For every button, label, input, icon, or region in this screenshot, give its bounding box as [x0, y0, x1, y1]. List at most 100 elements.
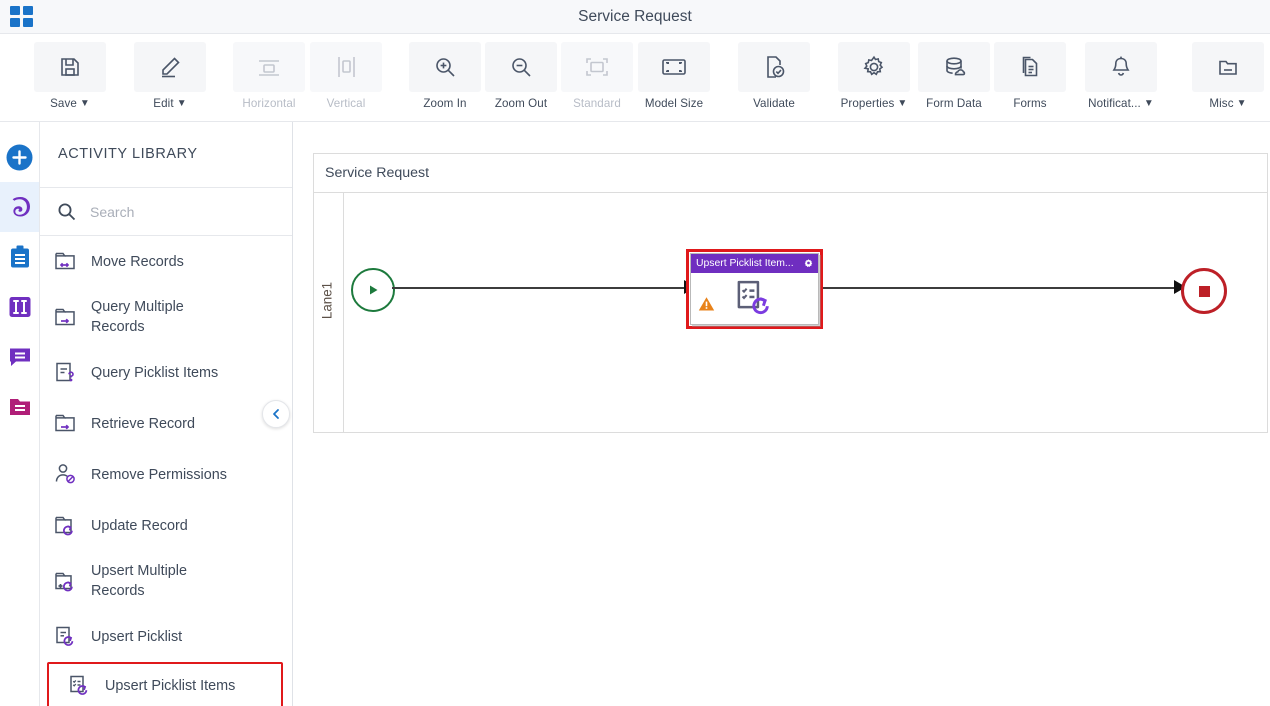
activity-icon — [6, 193, 34, 221]
rail-clipboard-button[interactable] — [0, 232, 39, 282]
vertical-layout-icon — [310, 42, 382, 92]
toolbar-validate-label: Validate — [753, 97, 795, 110]
toolbar-validate-button[interactable]: Validate — [738, 42, 810, 110]
activity-item-retrieve-record[interactable]: Retrieve Record — [40, 398, 292, 449]
search-bar[interactable] — [40, 188, 292, 236]
toolbar-horizontal-button[interactable]: Horizontal — [233, 42, 305, 110]
rail-columns-button[interactable] — [0, 282, 39, 332]
task-header: Upsert Picklist Item... — [691, 254, 818, 273]
folder-plus-refresh-icon — [53, 569, 87, 594]
toolbar-zoom-in-button[interactable]: Zoom In — [409, 42, 481, 110]
activity-item-upsert-picklist-items[interactable]: Upsert Picklist Items — [47, 662, 283, 706]
search-icon — [57, 202, 76, 221]
validate-check-icon — [738, 42, 810, 92]
activity-item-label: Retrieve Record — [91, 415, 195, 432]
task-upsert-picklist-items[interactable]: Upsert Picklist Item... — [686, 249, 823, 329]
user-remove-icon — [53, 462, 87, 487]
activity-list: Move Records Query Multiple Records Quer… — [40, 236, 292, 706]
sequence-flow-1 — [392, 287, 686, 289]
toolbar-zoom-in-label: Zoom In — [423, 97, 467, 110]
activity-library-header: ACTIVITY LIBRARY — [40, 122, 292, 188]
sequence-flow-2 — [823, 287, 1178, 289]
toolbar-vertical-label: Vertical — [326, 97, 366, 110]
toolbar-zoom-out-button[interactable]: Zoom Out — [485, 42, 557, 110]
zoom-out-icon — [485, 42, 557, 92]
rail-add-button[interactable] — [0, 132, 39, 182]
clipboard-icon — [7, 244, 33, 270]
toolbar-notifications-label: Notificat... ▼ — [1088, 97, 1154, 110]
pool-header: Service Request — [314, 154, 1267, 193]
left-icon-rail — [0, 122, 40, 706]
list-refresh-icon — [53, 624, 87, 649]
toolbar-properties-label: Properties ▼ — [840, 97, 908, 110]
activity-item-move-records[interactable]: Move Records — [40, 236, 292, 287]
horizontal-layout-icon — [233, 42, 305, 92]
pool-title: Service Request — [325, 165, 430, 181]
rail-activity-button[interactable] — [0, 182, 39, 232]
activity-item-query-picklist-items[interactable]: Query Picklist Items — [40, 347, 292, 398]
activity-item-update-record[interactable]: Update Record — [40, 500, 292, 551]
toolbar-zoom-out-label: Zoom Out — [494, 97, 548, 110]
process-pool[interactable]: Service Request Lane1 Upsert Picklist It… — [313, 153, 1268, 433]
toolbar-properties-button[interactable]: Properties ▼ — [838, 42, 910, 110]
columns-icon — [7, 294, 33, 320]
activity-item-label: Update Record — [91, 517, 188, 534]
toolbar: Save ▼ Edit ▼ Horizontal Vertical Zoom I… — [0, 34, 1270, 122]
folder-refresh-icon — [53, 513, 87, 538]
comment-icon — [7, 344, 33, 370]
pool-lane: Lane1 Upsert Picklist Item... — [314, 193, 1267, 432]
warning-triangle-icon — [698, 296, 715, 312]
activity-item-upsert-multiple-records[interactable]: Upsert Multiple Records — [40, 551, 292, 611]
activity-library-title: ACTIVITY LIBRARY — [58, 146, 198, 162]
toolbar-standard-button[interactable]: Standard — [561, 42, 633, 110]
toolbar-save-button[interactable]: Save ▼ — [34, 42, 106, 110]
activity-item-label: Upsert Picklist — [91, 628, 183, 645]
gear-icon[interactable] — [803, 258, 814, 269]
activity-item-query-multiple-records[interactable]: Query Multiple Records — [40, 287, 292, 347]
toolbar-vertical-button[interactable]: Vertical — [310, 42, 382, 110]
database-icon — [918, 42, 990, 92]
activity-library-panel: ACTIVITY LIBRARY Move Records — [40, 122, 293, 706]
model-size-icon — [638, 42, 710, 92]
activity-item-remove-permissions[interactable]: Remove Permissions — [40, 449, 292, 500]
lane-label-column: Lane1 — [314, 193, 344, 432]
toolbar-forms-button[interactable]: Forms — [994, 42, 1066, 110]
toolbar-forms-label: Forms — [1013, 97, 1047, 110]
standard-size-icon — [561, 42, 633, 92]
toolbar-model-size-button[interactable]: Model Size — [638, 42, 710, 110]
folder-icon — [7, 394, 33, 420]
bell-icon — [1085, 42, 1157, 92]
task-title: Upsert Picklist Item... — [696, 258, 794, 269]
lane-label: Lane1 — [319, 281, 335, 320]
search-input[interactable] — [88, 202, 272, 221]
pencil-edit-icon — [134, 42, 206, 92]
folder-move-icon — [53, 249, 87, 274]
toolbar-form-data-button[interactable]: Form Data — [918, 42, 990, 110]
toolbar-notifications-button[interactable]: Notificat... ▼ — [1085, 42, 1157, 110]
list-question-icon — [53, 360, 87, 385]
chevron-left-icon — [270, 408, 282, 420]
checklist-refresh-icon — [67, 673, 101, 698]
toolbar-save-label: Save ▼ — [50, 97, 90, 110]
diagram-canvas[interactable]: Service Request Lane1 Upsert Picklist It… — [294, 122, 1270, 706]
rail-folder-button[interactable] — [0, 382, 39, 432]
toolbar-edit-button[interactable]: Edit ▼ — [134, 42, 206, 110]
collapse-panel-button[interactable] — [262, 400, 290, 428]
forms-document-icon — [994, 42, 1066, 92]
gear-icon — [838, 42, 910, 92]
activity-item-label: Query Multiple Records — [91, 299, 184, 335]
zoom-in-icon — [409, 42, 481, 92]
toolbar-model-size-label: Model Size — [644, 97, 704, 110]
task-inner: Upsert Picklist Item... — [690, 253, 819, 325]
add-icon — [6, 144, 33, 171]
activity-item-upsert-picklist[interactable]: Upsert Picklist — [40, 611, 292, 662]
end-event[interactable] — [1181, 268, 1227, 314]
activity-item-label: Upsert Picklist Items — [105, 677, 236, 694]
title-bar: Service Request — [0, 0, 1270, 34]
toolbar-form-data-label: Form Data — [926, 97, 982, 110]
rail-comment-button[interactable] — [0, 332, 39, 382]
start-event[interactable] — [351, 268, 395, 312]
toolbar-misc-button[interactable]: Misc ▼ — [1192, 42, 1264, 110]
page-title: Service Request — [578, 8, 692, 25]
folder-arrow-icon — [53, 305, 87, 330]
